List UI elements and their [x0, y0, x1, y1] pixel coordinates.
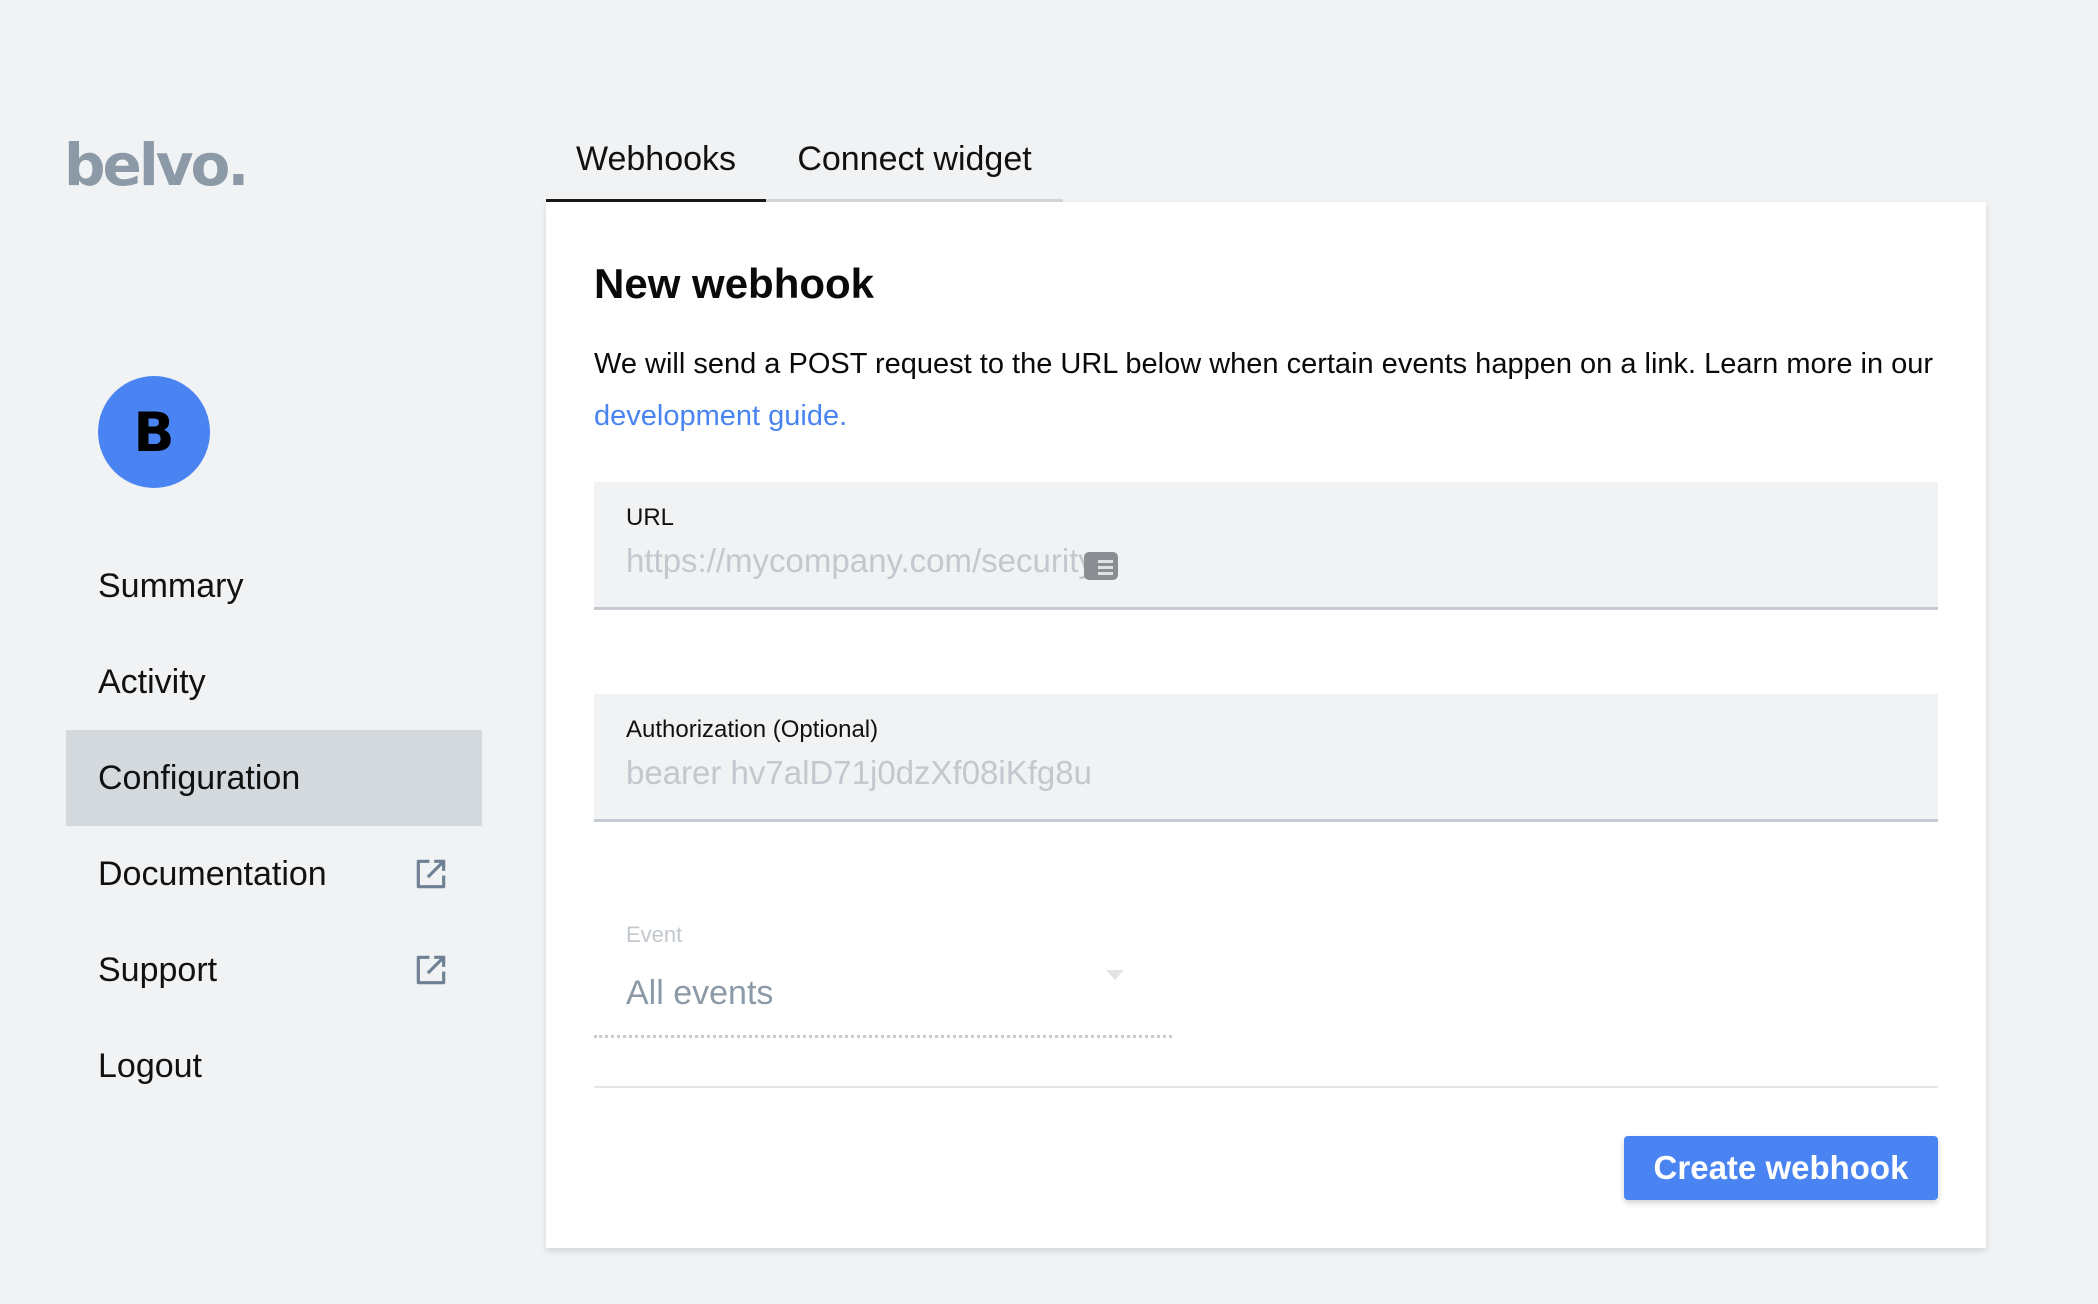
- user-avatar[interactable]: B: [98, 376, 210, 488]
- sidebar-item-label: Summary: [98, 566, 244, 605]
- sidebar-item-logout[interactable]: Logout: [66, 1018, 482, 1114]
- event-selected-value: All events: [626, 974, 774, 1012]
- belvo-logo: belvo.: [64, 131, 249, 199]
- development-guide-link[interactable]: development guide.: [594, 400, 847, 432]
- description-text: We will send a POST request to the URL b…: [594, 348, 1934, 380]
- sidebar-item-configuration[interactable]: Configuration: [66, 730, 482, 826]
- sidebar-item-label: Support: [98, 950, 218, 989]
- sidebar-item-support[interactable]: Support: [66, 922, 482, 1018]
- sidebar-item-label: Configuration: [98, 758, 301, 797]
- external-link-icon: [416, 859, 446, 889]
- sidebar-item-label: Logout: [98, 1046, 202, 1085]
- authorization-field[interactable]: Authorization (Optional): [594, 694, 1938, 822]
- sidebar-item-summary[interactable]: Summary: [66, 538, 482, 634]
- url-label: URL: [626, 504, 675, 531]
- sidebar-item-activity[interactable]: Activity: [66, 634, 482, 730]
- authorization-label: Authorization (Optional): [626, 716, 879, 743]
- sidebar-nav: Summary Activity Configuration Documenta…: [66, 538, 482, 1114]
- url-field[interactable]: URL: [594, 482, 1938, 610]
- event-select[interactable]: Event All events: [594, 912, 1172, 1038]
- sidebar-item-documentation[interactable]: Documentation: [66, 826, 482, 922]
- card-title: New webhook: [594, 260, 875, 307]
- new-webhook-card: New webhook We will send a POST request …: [546, 202, 1986, 1248]
- sidebar-item-label: Activity: [98, 662, 206, 701]
- config-tabs: Webhooks Connect widget: [546, 120, 1063, 202]
- tab-webhooks[interactable]: Webhooks: [546, 120, 766, 202]
- dropdown-arrow-icon: [1106, 970, 1124, 980]
- card-description: We will send a POST request to the URL b…: [594, 338, 1954, 442]
- select-underline: [594, 1035, 1172, 1038]
- tab-connect-widget[interactable]: Connect widget: [766, 120, 1063, 202]
- url-input[interactable]: [626, 542, 1826, 580]
- divider: [594, 1086, 1938, 1088]
- external-link-icon: [416, 955, 446, 985]
- avatar-initial: B: [133, 400, 175, 464]
- event-label: Event: [626, 922, 683, 947]
- autofill-contact-icon[interactable]: [1084, 552, 1118, 580]
- create-webhook-button[interactable]: Create webhook: [1624, 1136, 1938, 1200]
- authorization-input[interactable]: [626, 754, 1826, 792]
- sidebar-item-label: Documentation: [98, 854, 327, 893]
